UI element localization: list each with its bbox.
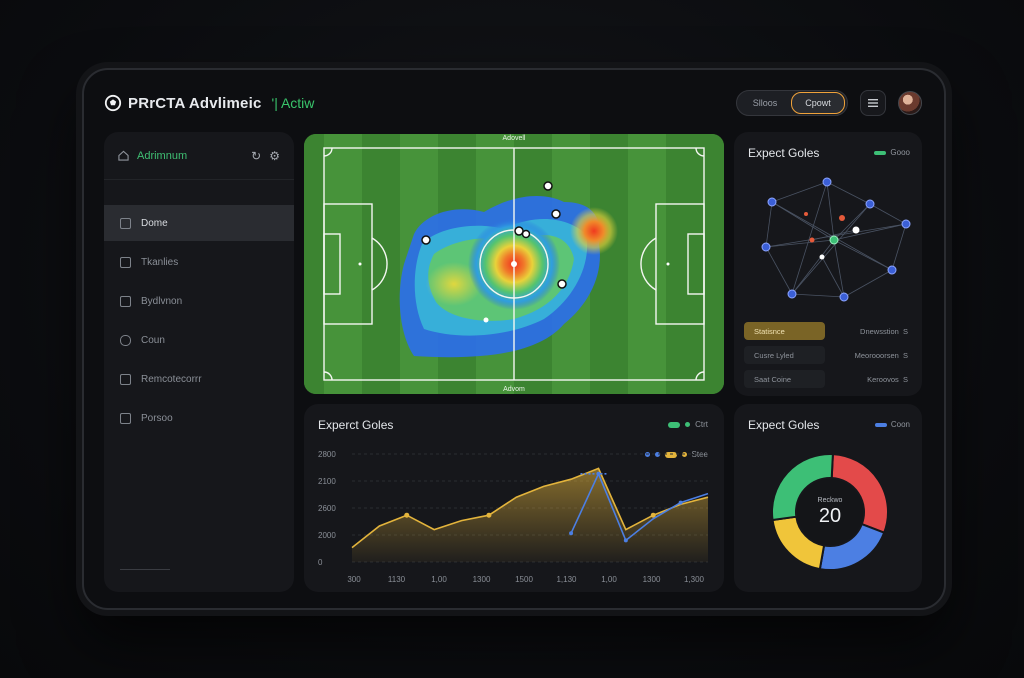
app-title: PRrCTA Advlimeic <box>128 94 262 112</box>
network-stat-item[interactable]: Meorooorsen S <box>833 346 914 364</box>
donut-chart-card: Expect Goles Coon Reckwo 20 <box>734 404 922 592</box>
toggle-option-2[interactable]: Cpowt <box>791 92 845 114</box>
app-status: '| Actiw <box>271 95 315 111</box>
network-stat-item[interactable]: Saat Coine <box>744 370 825 388</box>
y-tick-label: 2100 <box>318 477 336 486</box>
data-point <box>623 538 628 543</box>
pitch-penalty-spot-right <box>666 262 670 266</box>
page-icon <box>120 217 131 229</box>
network-stats-list: Statisnce Dnewsstion S Cusre Lyled Meoro… <box>744 322 914 388</box>
sliders-icon <box>868 99 878 107</box>
sidebar-header[interactable]: Adrimnum ↻ ⚙ <box>104 132 294 180</box>
data-point <box>569 531 574 536</box>
pitch-svg <box>304 134 724 394</box>
network-stat-item[interactable]: Statisnce <box>744 322 825 340</box>
x-tick-label: 1,00 <box>601 575 617 584</box>
x-tick-label: 1300 <box>473 575 491 584</box>
top-bar: PRrCTA Advlimeic '| Actiw Slloos Cpowt <box>104 88 922 118</box>
sidebar-item-coun[interactable]: Coun <box>104 322 294 358</box>
data-point <box>404 512 410 518</box>
y-tick-label: 0 <box>318 558 323 567</box>
sliders-button[interactable] <box>860 90 886 116</box>
sidebar-item-dome[interactable]: Dome <box>104 205 294 241</box>
brand[interactable]: PRrCTA Advlimeic '| Actiw <box>104 94 314 112</box>
passing-network-graph[interactable] <box>734 132 922 322</box>
sidebar-item-label: Remcotecorrr <box>141 373 202 385</box>
x-tick-label: 300 <box>347 575 361 584</box>
refresh-icon[interactable]: ↻ <box>251 149 261 163</box>
heatmap-pitch[interactable]: Adovell Advom <box>304 134 724 394</box>
home-icon <box>118 150 129 161</box>
pitch-penalty-spot-left <box>358 262 362 266</box>
sidebar-item-remcotecorrr[interactable]: Remcotecorrr <box>104 361 294 397</box>
y-tick-label: 2000 <box>318 531 336 540</box>
donut-chart-svg[interactable]: Reckwo20 <box>734 404 922 592</box>
data-point <box>678 500 683 505</box>
pitch-top-label: Adovell <box>502 135 526 142</box>
sidebar-item-label: Coun <box>141 334 165 346</box>
toggle-option-1[interactable]: Slloos <box>739 93 791 113</box>
y-tick-label: 2800 <box>318 450 336 459</box>
network-stat-item[interactable]: Cusre Lyled <box>744 346 825 364</box>
data-point <box>486 512 492 518</box>
pitch-bottom-label: Advom <box>503 386 525 393</box>
player-marker[interactable] <box>421 235 431 245</box>
chart-icon <box>120 295 131 307</box>
view-toggle[interactable]: Slloos Cpowt <box>736 90 848 116</box>
avatar[interactable] <box>898 91 922 115</box>
chat-icon <box>120 334 131 346</box>
x-tick-label: 1,130 <box>556 575 577 584</box>
player-marker[interactable] <box>483 317 489 323</box>
player-marker[interactable] <box>557 279 567 289</box>
grid-icon <box>120 256 131 268</box>
expected-goals-chart-card: Experct Goles Ctrt Stee 2800 2100 2600 2000… <box>304 404 724 592</box>
sidebar-item-tkanlies[interactable]: Tkanlies <box>104 244 294 280</box>
pitch-center-spot <box>511 261 517 267</box>
player-marker[interactable] <box>521 229 531 239</box>
settings-icon[interactable]: ⚙ <box>269 149 280 163</box>
sidebar-header-label: Adrimnum <box>137 149 188 162</box>
player-marker[interactable] <box>543 181 553 191</box>
folder-icon <box>120 412 131 424</box>
sidebar-item-label: Dome <box>141 217 168 229</box>
soccer-ball-icon <box>104 94 122 112</box>
passing-network-card: Expect Goles Gooo Statisnce Dnewsstion S… <box>734 132 922 396</box>
network-stat-item[interactable]: Keroovos S <box>833 370 914 388</box>
sidebar-item-bydlvnon[interactable]: Bydlvnon <box>104 283 294 319</box>
sidebar-item-label: Tkanlies <box>141 256 179 268</box>
donut-center-value: 20 <box>819 505 841 527</box>
sidebar-item-label: Porsoo <box>141 412 173 424</box>
line-chart-svg[interactable]: 2800 2100 2600 2000 0 300 1130 1,00 1300 1500 1,13… <box>304 404 724 592</box>
document-icon <box>120 373 131 385</box>
x-tick-label: 1130 <box>388 575 406 584</box>
sidebar: Adrimnum ↻ ⚙ Dome Tkanlies Bydlvnon Coun… <box>104 132 294 592</box>
network-stat-item[interactable]: Dnewsstion S <box>833 322 914 340</box>
sidebar-item-label: Bydlvnon <box>141 295 183 307</box>
x-tick-label: 1,00 <box>431 575 447 584</box>
dashboard-window: PRrCTA Advlimeic '| Actiw Slloos Cpowt A… <box>82 68 946 610</box>
x-tick-label: 1300 <box>643 575 661 584</box>
x-tick-label: 1,300 <box>684 575 705 584</box>
sidebar-divider <box>120 569 170 570</box>
donut-center-label: Reckwo <box>818 497 843 504</box>
x-tick-label: 1500 <box>515 575 533 584</box>
player-marker[interactable] <box>551 209 561 219</box>
y-tick-label: 2600 <box>318 504 336 513</box>
sidebar-item-porsoo[interactable]: Porsoo <box>104 400 294 436</box>
